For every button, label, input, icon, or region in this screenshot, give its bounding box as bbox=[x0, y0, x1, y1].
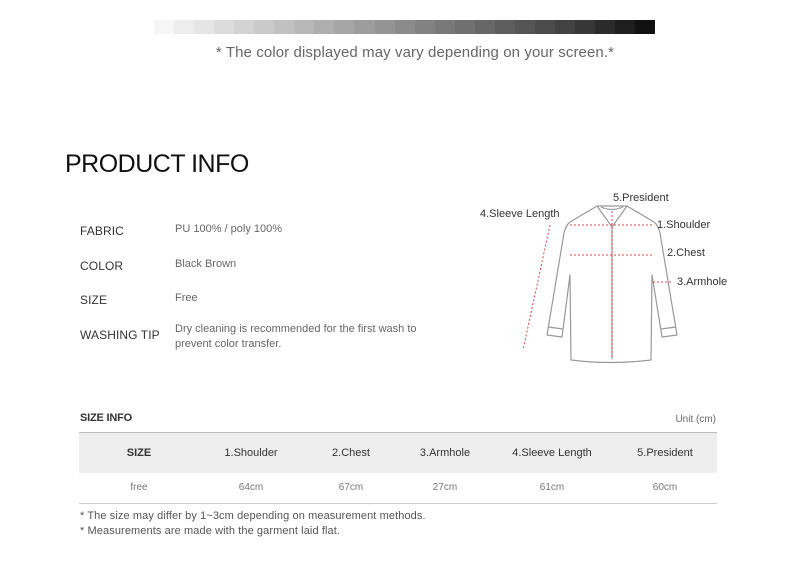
gradient-swatch bbox=[554, 20, 575, 34]
header-chest: 2.Chest bbox=[303, 432, 399, 473]
gradient-swatch bbox=[474, 20, 495, 34]
gradient-swatch bbox=[334, 20, 355, 34]
cell-president: 60cm bbox=[652, 482, 678, 494]
spec-value-color: Black Brown bbox=[175, 258, 237, 270]
gradient-swatch bbox=[254, 20, 275, 34]
gradient-swatch bbox=[534, 20, 555, 34]
gradient-swatch bbox=[294, 20, 315, 34]
shirt-measurement-diagram: 5.President 4.Sleeve Length 1.Shoulder 2… bbox=[480, 192, 727, 364]
gradient-swatch bbox=[154, 20, 175, 34]
label-president: 5.President bbox=[613, 192, 669, 204]
gradient-swatch bbox=[494, 20, 515, 34]
size-table-header-row: SIZE 1.Shoulder 2.Chest 3.Armhole 4.Slee… bbox=[79, 432, 717, 473]
gradient-swatch bbox=[635, 20, 656, 34]
cell-shoulder: 64cm bbox=[238, 482, 264, 494]
measurement-guides bbox=[522, 211, 673, 357]
header-shoulder: 1.Shoulder bbox=[199, 432, 303, 473]
gradient-swatch bbox=[595, 20, 616, 34]
gradient-swatch bbox=[414, 20, 435, 34]
color-disclaimer: * The color displayed may vary depending… bbox=[215, 44, 615, 61]
cell-size: free bbox=[130, 482, 148, 494]
label-sleeve-length: 4.Sleeve Length bbox=[480, 208, 560, 220]
label-chest: 2.Chest bbox=[667, 247, 705, 259]
gradient-swatch bbox=[274, 20, 295, 34]
cell-armhole: 27cm bbox=[432, 482, 458, 494]
gradient-swatch bbox=[574, 20, 596, 34]
gradient-swatch bbox=[615, 20, 636, 34]
header-president: 5.President bbox=[613, 432, 717, 473]
gradient-swatch bbox=[174, 20, 195, 34]
gradient-swatch bbox=[454, 20, 475, 34]
size-table: SIZE 1.Shoulder 2.Chest 3.Armhole 4.Slee… bbox=[79, 432, 717, 504]
gradient-swatch bbox=[214, 20, 235, 34]
label-armhole: 3.Armhole bbox=[677, 276, 727, 288]
cell-sleeve-length: 61cm bbox=[539, 482, 565, 494]
gradient-swatch bbox=[354, 20, 375, 34]
spec-label-fabric: FABRIC bbox=[80, 224, 124, 238]
spec-value-size: Free bbox=[175, 292, 198, 304]
section-title: PRODUCT INFO bbox=[65, 150, 249, 178]
header-sleeve-length: 4.Sleeve Length bbox=[491, 432, 613, 473]
footnote-measurement-method: * Measurements are made with the garment… bbox=[80, 525, 341, 537]
spec-value-fabric: PU 100% / poly 100% bbox=[175, 223, 283, 235]
table-row: free 64cm 67cm 27cm 61cm 60cm bbox=[79, 473, 717, 504]
header-size: SIZE bbox=[79, 432, 199, 473]
gradient-swatch bbox=[374, 20, 395, 34]
gradient-swatch bbox=[434, 20, 455, 34]
label-shoulder: 1.Shoulder bbox=[657, 219, 711, 231]
footnote-size-variance: * The size may differ by 1~3cm depending… bbox=[80, 510, 426, 522]
gradient-swatch bbox=[314, 20, 335, 34]
gradient-swatch bbox=[394, 20, 415, 34]
size-info-title: SIZE INFO bbox=[80, 412, 132, 424]
cell-chest: 67cm bbox=[338, 482, 364, 494]
spec-value-washing-tip: Dry cleaning is recommended for the firs… bbox=[175, 323, 417, 350]
spec-label-color: COLOR bbox=[80, 259, 124, 273]
gradient-swatch bbox=[194, 20, 215, 34]
gradient-swatch bbox=[234, 20, 255, 34]
spec-label-size: SIZE bbox=[80, 293, 108, 307]
spec-label-washing-tip: WASHING TIP bbox=[80, 328, 160, 342]
color-gradient-bar bbox=[154, 20, 656, 34]
gradient-swatch bbox=[514, 20, 535, 34]
unit-label: Unit (cm) bbox=[675, 414, 716, 425]
header-armhole: 3.Armhole bbox=[399, 432, 491, 473]
